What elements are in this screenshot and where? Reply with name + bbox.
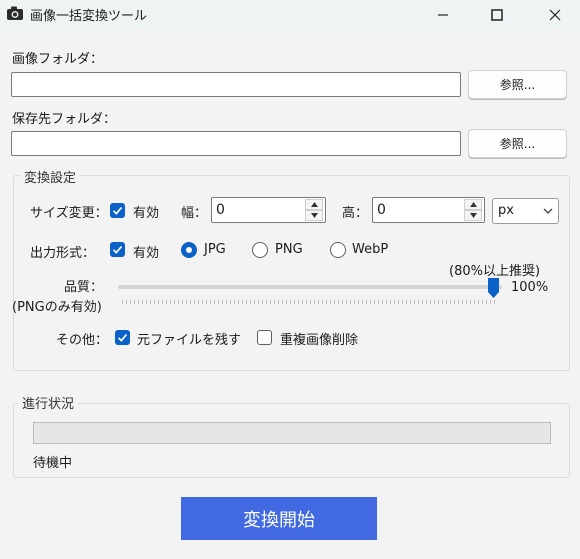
other-label: その他：: [56, 333, 109, 348]
format-jpg-radio[interactable]: [181, 242, 197, 258]
height-value: 0: [377, 202, 386, 218]
format-label: 出力形式：: [30, 246, 96, 261]
quality-label: 品質：: [64, 280, 104, 295]
format-webp-label: WebP: [352, 242, 389, 257]
format-png-label: PNG: [275, 242, 303, 257]
output-folder-input[interactable]: [11, 131, 461, 156]
minimize-icon[interactable]: [420, 0, 466, 30]
arrow-up-icon: [469, 202, 477, 207]
format-png-radio[interactable]: [252, 242, 268, 258]
height-spinbox[interactable]: 0: [372, 197, 485, 223]
resize-enabled-checkbox[interactable]: [110, 203, 125, 218]
unit-select[interactable]: px: [492, 198, 559, 224]
progress-bar: [33, 422, 551, 444]
format-enabled-label: 有効: [133, 246, 160, 261]
arrow-down-icon: [310, 213, 318, 218]
arrow-down-icon: [469, 213, 477, 218]
width-value: 0: [216, 202, 225, 218]
check-icon: [112, 206, 123, 215]
arrow-up-icon: [310, 202, 318, 207]
close-icon[interactable]: [532, 0, 578, 30]
quality-value: 100%: [511, 280, 549, 295]
quality-note: (PNGのみ有効): [12, 300, 102, 315]
width-down-button[interactable]: [305, 210, 323, 221]
format-jpg-label: JPG: [204, 242, 226, 257]
image-folder-browse-button[interactable]: 参照...: [468, 70, 567, 99]
check-icon: [112, 245, 123, 254]
quality-slider-track: [118, 285, 502, 289]
output-folder-browse-button[interactable]: 参照...: [468, 129, 567, 158]
image-folder-input[interactable]: [11, 72, 461, 97]
output-folder-label: 保存先フォルダ：: [12, 112, 117, 127]
height-up-button[interactable]: [464, 199, 482, 210]
width-label: 幅：: [181, 206, 208, 221]
progress-status: 待機中: [33, 456, 73, 471]
height-down-button[interactable]: [464, 210, 482, 221]
chevron-down-icon: [543, 208, 553, 214]
check-icon: [117, 333, 128, 342]
keep-original-label: 元ファイルを残す: [137, 333, 242, 348]
height-label: 高：: [342, 206, 369, 221]
resize-enabled-label: 有効: [133, 206, 160, 221]
quality-slider-ticks: [122, 300, 498, 304]
conversion-settings-title: 変換設定: [20, 167, 81, 186]
window-title: 画像一括変換ツール: [30, 9, 148, 24]
keep-original-checkbox[interactable]: [115, 330, 130, 345]
delete-duplicates-label: 重複画像削除: [280, 333, 359, 348]
quality-slider-thumb[interactable]: [487, 277, 500, 299]
width-up-button[interactable]: [305, 199, 323, 210]
width-spinbox[interactable]: 0: [211, 197, 326, 223]
delete-duplicates-checkbox[interactable]: [257, 330, 272, 345]
image-folder-label: 画像フォルダ：: [12, 52, 104, 67]
maximize-icon[interactable]: [474, 0, 520, 30]
format-enabled-checkbox[interactable]: [110, 242, 125, 257]
camera-icon: [6, 4, 24, 22]
quality-slider[interactable]: [118, 278, 502, 308]
unit-value: px: [498, 203, 514, 218]
start-conversion-button[interactable]: 変換開始: [181, 497, 377, 540]
resize-label: サイズ変更：: [30, 206, 108, 221]
progress-title: 進行状況: [18, 393, 79, 412]
format-webp-radio[interactable]: [330, 242, 346, 258]
